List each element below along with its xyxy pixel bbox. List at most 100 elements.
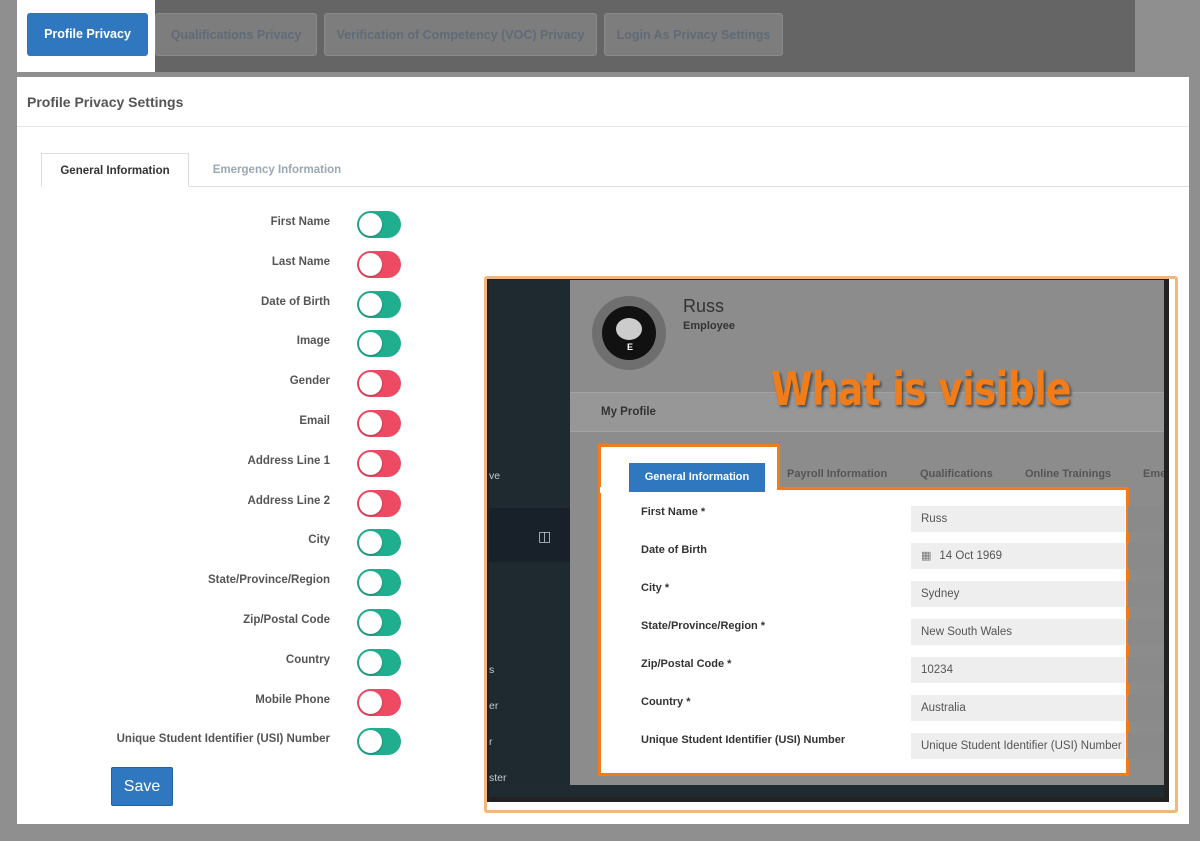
- subtab-general-information[interactable]: General Information: [41, 153, 189, 187]
- privacy-field-label: City: [308, 534, 330, 547]
- privacy-row: City: [77, 528, 417, 557]
- preview-form-value: New South Wales: [921, 626, 1012, 638]
- privacy-field-label: Gender: [289, 375, 330, 388]
- privacy-field-label: Last Name: [271, 255, 330, 268]
- preview-form-value: 14 Oct 1969: [939, 550, 1003, 562]
- privacy-field-label: Unique Student Identifier (USI) Number: [116, 733, 330, 746]
- preview-form-label: Unique Student Identifier (USI) Number: [641, 734, 846, 746]
- toggle-knob: [359, 252, 382, 276]
- preview-sidebar: ve ◫ s er r ster: [489, 280, 570, 797]
- toggle-knob: [359, 292, 382, 316]
- privacy-row: First Name: [77, 210, 417, 238]
- preview-form-label: State/Province/Region *: [641, 620, 766, 632]
- preview-tab-general-information: General Information: [629, 463, 765, 492]
- preview-form-input: Australia: [911, 695, 1125, 721]
- preview-form-input: ▦ 14 Oct 1969: [911, 543, 1125, 569]
- visibility-toggle[interactable]: [357, 290, 401, 318]
- preview-input-overflow: [1128, 657, 1164, 683]
- privacy-row: Address Line 1: [77, 449, 417, 477]
- privacy-row: Country: [77, 648, 417, 676]
- privacy-field-label: Mobile Phone: [255, 693, 330, 706]
- privacy-field-label: Address Line 1: [247, 454, 330, 467]
- visibility-toggle[interactable]: [357, 688, 401, 716]
- preview-form-label: Date of Birth: [641, 544, 707, 556]
- toggle-knob: [359, 611, 382, 634]
- panel-title: Profile Privacy Settings: [27, 94, 184, 110]
- toggle-knob: [359, 332, 382, 356]
- privacy-field-label: Address Line 2: [247, 494, 330, 507]
- toggle-knob: [359, 531, 382, 555]
- privacy-field-label: State/Province/Region: [207, 574, 330, 587]
- user-role: Employee: [683, 320, 735, 332]
- calendar-icon: ▦: [921, 550, 932, 562]
- preview-tab-emergency: Eme: [1143, 468, 1164, 480]
- visibility-toggle[interactable]: [357, 529, 401, 557]
- visibility-toggle[interactable]: [357, 609, 401, 636]
- preview-form-input: Sydney: [911, 581, 1125, 607]
- preview-form-input: 10234: [911, 657, 1125, 683]
- visibility-toggle[interactable]: [357, 648, 401, 676]
- save-button[interactable]: Save: [111, 767, 173, 806]
- privacy-field-label: First Name: [270, 216, 330, 228]
- privacy-row: Gender: [77, 369, 417, 398]
- preview-form-label: City *: [641, 582, 670, 594]
- toggle-knob: [359, 372, 382, 396]
- preview-tab-qualifications: Qualifications: [920, 468, 993, 480]
- toggle-knob: [359, 491, 382, 515]
- privacy-field-label: Email: [299, 415, 330, 427]
- preview-form-label: Zip/Postal Code *: [641, 658, 732, 670]
- visibility-toggle[interactable]: [357, 569, 401, 597]
- user-name: Russ: [683, 296, 725, 316]
- preview-form-value: Sydney: [921, 588, 960, 600]
- visibility-toggle[interactable]: [357, 489, 401, 517]
- visibility-toggle[interactable]: [357, 728, 401, 756]
- visibility-toggle[interactable]: [357, 449, 401, 477]
- preview-form-value: Russ: [921, 513, 948, 525]
- subtab-emergency-information[interactable]: Emergency Information: [207, 153, 347, 187]
- sidebar-item-fragment: er: [489, 700, 499, 712]
- preview-form-label: Country *: [641, 696, 691, 708]
- avatar-image: [602, 306, 656, 360]
- tab-login-as-privacy[interactable]: Login As Privacy Settings: [604, 13, 783, 56]
- preview-form-label: First Name *: [641, 506, 706, 518]
- divider: [17, 126, 1189, 127]
- privacy-field-label: Zip/Postal Code: [243, 614, 330, 626]
- preview-form-input: Russ: [911, 506, 1125, 532]
- preview-form-value: Unique Student Identifier (USI) Number: [921, 740, 1122, 752]
- privacy-row: Date of Birth: [77, 290, 417, 318]
- toggle-knob: [359, 650, 382, 674]
- privacy-field-label: Image: [296, 335, 330, 348]
- privacy-row: Mobile Phone: [77, 688, 417, 716]
- preview-input-overflow: [1128, 619, 1164, 645]
- visibility-toggle[interactable]: [357, 370, 401, 398]
- tab-profile-privacy[interactable]: Profile Privacy: [27, 13, 148, 56]
- sidebar-item-fragment: s: [489, 664, 495, 676]
- preview-input-overflow: [1128, 733, 1164, 759]
- visibility-toggle[interactable]: [357, 330, 401, 358]
- preview-form-value: Australia: [921, 702, 966, 714]
- privacy-field-label: Country: [285, 653, 330, 666]
- privacy-row: Image: [77, 329, 417, 358]
- privacy-row: Address Line 2: [77, 489, 417, 517]
- preview-bottom-edge: [489, 785, 1164, 797]
- preview-tab-online-trainings: Online Trainings: [1025, 468, 1112, 480]
- preview-input-overflow: [1128, 506, 1164, 532]
- preview-input-overflow: [1128, 543, 1164, 569]
- preview-form-input: Unique Student Identifier (USI) Number: [911, 733, 1125, 759]
- sidebar-item-fragment: ster: [489, 772, 507, 784]
- visibility-toggle[interactable]: [357, 410, 401, 437]
- tab-qualifications-privacy[interactable]: Qualifications Privacy: [155, 13, 317, 56]
- switch-user-icon: ◫: [538, 528, 552, 544]
- tab-voc-privacy[interactable]: Verification of Competency (VOC) Privacy: [324, 13, 597, 56]
- preview-input-overflow: [1128, 695, 1164, 721]
- privacy-row: Email: [77, 409, 417, 437]
- overlay-caption: What is visible: [771, 362, 1072, 416]
- visibility-toggle[interactable]: [357, 250, 401, 278]
- preview-form-input: New South Wales: [911, 619, 1125, 645]
- my-profile-title: My Profile: [601, 406, 656, 418]
- toggle-knob: [359, 412, 382, 435]
- toggle-knob: [359, 213, 382, 236]
- avatar: [592, 296, 666, 370]
- visibility-toggle[interactable]: [357, 211, 401, 238]
- sidebar-item-fragment: ve: [489, 470, 501, 482]
